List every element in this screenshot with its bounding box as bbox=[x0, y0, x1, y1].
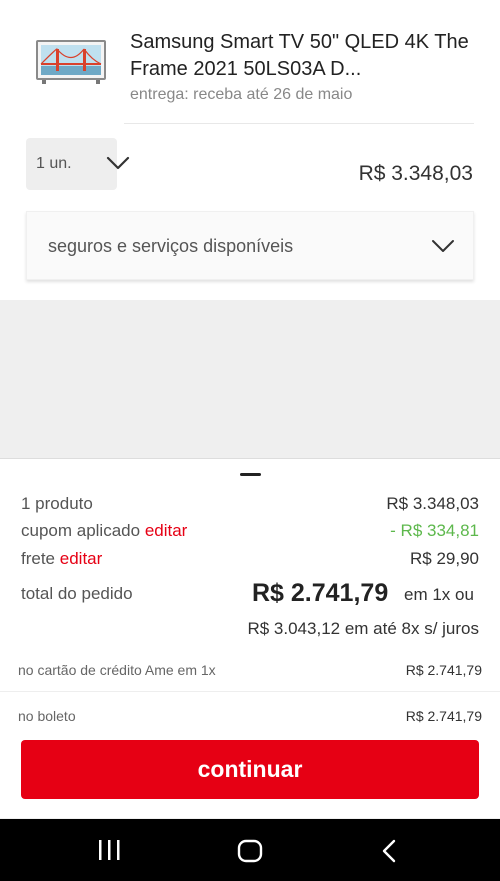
products-count-label: 1 produto bbox=[21, 494, 93, 513]
coupon-row: cupom aplicado editar bbox=[21, 521, 187, 541]
divider bbox=[0, 691, 500, 692]
coupon-discount: - R$ 334,81 bbox=[390, 521, 479, 540]
total-label: total do pedido bbox=[21, 584, 133, 603]
shipping-row: frete editar bbox=[21, 549, 102, 569]
product-title[interactable]: Samsung Smart TV 50" QLED 4K The Frame 2… bbox=[130, 29, 470, 83]
coupon-label: cupom aplicado bbox=[21, 521, 141, 540]
quantity-value: 1 un. bbox=[36, 155, 72, 172]
boleto-payment-value: R$ 2.741,79 bbox=[405, 708, 482, 724]
total-payment-suffix: em 1x ou bbox=[404, 585, 474, 604]
chevron-down-icon bbox=[106, 156, 130, 170]
shipping-edit-link[interactable]: editar bbox=[60, 549, 103, 568]
services-label: seguros e serviços disponíveis bbox=[48, 236, 294, 256]
drag-handle[interactable] bbox=[240, 473, 261, 476]
delivery-estimate: entrega: receba até 26 de maio bbox=[130, 86, 353, 103]
tv-frame-icon bbox=[36, 40, 106, 84]
product-thumbnail[interactable] bbox=[36, 40, 106, 84]
product-price: R$ 3.348,03 bbox=[358, 162, 473, 185]
chevron-down-icon bbox=[432, 240, 454, 252]
services-dropdown[interactable]: seguros e serviços disponíveis bbox=[26, 211, 474, 280]
products-subtotal: R$ 3.348,03 bbox=[386, 494, 479, 513]
order-summary-sheet: 1 produto R$ 3.348,03 cupom aplicado edi… bbox=[0, 458, 500, 818]
home-icon[interactable] bbox=[237, 839, 263, 863]
continue-button[interactable]: continuar bbox=[21, 740, 479, 799]
shipping-value: R$ 29,90 bbox=[410, 549, 479, 568]
cart-item-card: Samsung Smart TV 50" QLED 4K The Frame 2… bbox=[0, 0, 500, 300]
quantity-select[interactable]: 1 un. bbox=[26, 138, 130, 190]
card-payment-label: no cartão de crédito Ame em 1x bbox=[18, 662, 216, 678]
card-payment-value: R$ 2.741,79 bbox=[405, 662, 482, 678]
coupon-edit-link[interactable]: editar bbox=[145, 521, 188, 540]
back-icon[interactable] bbox=[380, 839, 400, 863]
divider bbox=[124, 123, 474, 124]
boleto-payment-label: no boleto bbox=[18, 708, 76, 724]
recent-apps-icon[interactable] bbox=[97, 839, 121, 861]
total-value: R$ 2.741,79 bbox=[252, 579, 389, 607]
shipping-label: frete bbox=[21, 549, 56, 568]
installment-info: R$ 3.043,12 em até 8x s/ juros bbox=[247, 619, 479, 638]
android-navigation-bar bbox=[0, 819, 500, 881]
